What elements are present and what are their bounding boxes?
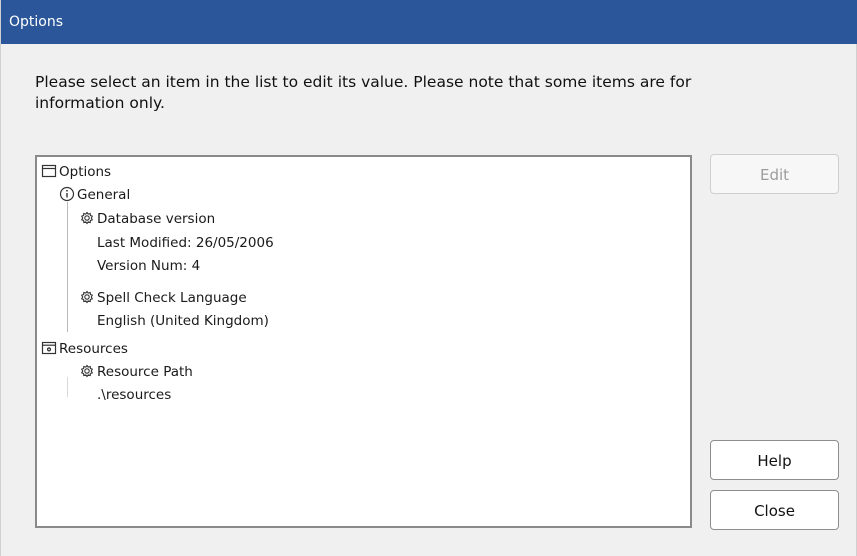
detail-resource-path: .\resources (97, 387, 172, 403)
gear-icon (79, 289, 95, 310)
help-button[interactable]: Help (710, 440, 839, 480)
detail-version-num: Version Num: 4 (97, 258, 201, 274)
info-icon (59, 186, 75, 207)
detail-spell-check-language: English (United Kingdom) (97, 313, 269, 329)
tree-connector-line (67, 377, 68, 397)
tree-node-label: Resources (59, 341, 128, 357)
close-button[interactable]: Close (710, 490, 839, 530)
edit-button[interactable]: Edit (710, 154, 839, 194)
options-tree[interactable]: Options General Database version Last Mo… (35, 155, 692, 528)
tree-node-label: Spell Check Language (97, 290, 247, 306)
resources-icon (41, 340, 57, 361)
tree-node-label: General (77, 187, 131, 203)
tree-node-label: Database version (97, 211, 216, 227)
instructions-text: Please select an item in the list to edi… (35, 73, 692, 112)
options-dialog: Options Please select an item in the lis… (0, 0, 857, 556)
gear-icon (79, 210, 95, 231)
gear-icon (79, 363, 95, 384)
window-icon (41, 163, 57, 184)
tree-node-label: Options (59, 164, 112, 180)
tree-connector-line (67, 202, 68, 332)
tree-node-label: Resource Path (97, 364, 193, 380)
title-bar: Options (1, 0, 857, 44)
detail-last-modified: Last Modified: 26/05/2006 (97, 235, 274, 251)
